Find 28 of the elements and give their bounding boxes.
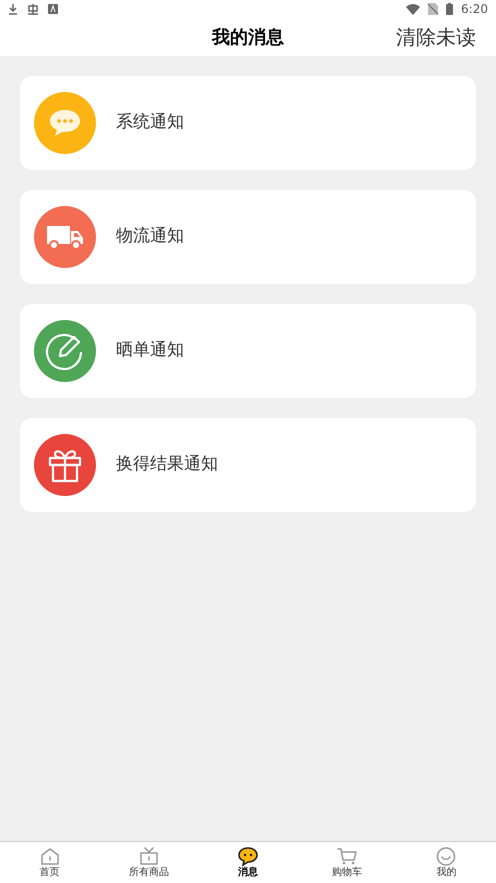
status-time: 6:20 [461,1,488,18]
clear-unread-button[interactable]: 清除未读 [396,22,476,52]
speech-bubble-icon [48,108,82,138]
pencil-circle-icon [45,331,85,371]
home-icon [40,846,60,866]
page-title: 我的消息 [212,26,284,50]
cart-icon [337,846,358,866]
notification-card[interactable]: 系统通知 [20,76,476,170]
smiley-icon [436,846,456,866]
truck-icon [46,223,84,251]
no-sim-icon [428,3,438,15]
tab-bar-item[interactable]: 消息 [198,842,298,883]
notification-label: 物流通知 [116,225,184,248]
notification-card[interactable]: 换得结果通知 [20,418,476,512]
download-icon [8,3,18,15]
notification-label: 系统通知 [116,111,184,134]
notification-card[interactable]: 晒单通知 [20,304,476,398]
keyboard-icon [48,4,58,14]
tab-bar-item[interactable]: 我的 [396,842,496,883]
speech-bubble-icon [238,846,258,866]
notification-label: 换得结果通知 [116,453,218,476]
tab-bar-item[interactable]: 所有商品 [99,842,198,883]
battery-icon [446,3,454,15]
tab-bar-item[interactable]: 首页 [0,842,100,883]
wifi-icon [406,4,420,14]
notification-card[interactable]: 物流通知 [20,190,476,284]
tab-bar-item[interactable]: 购物车 [298,842,397,883]
notification-label: 晒单通知 [116,339,184,362]
